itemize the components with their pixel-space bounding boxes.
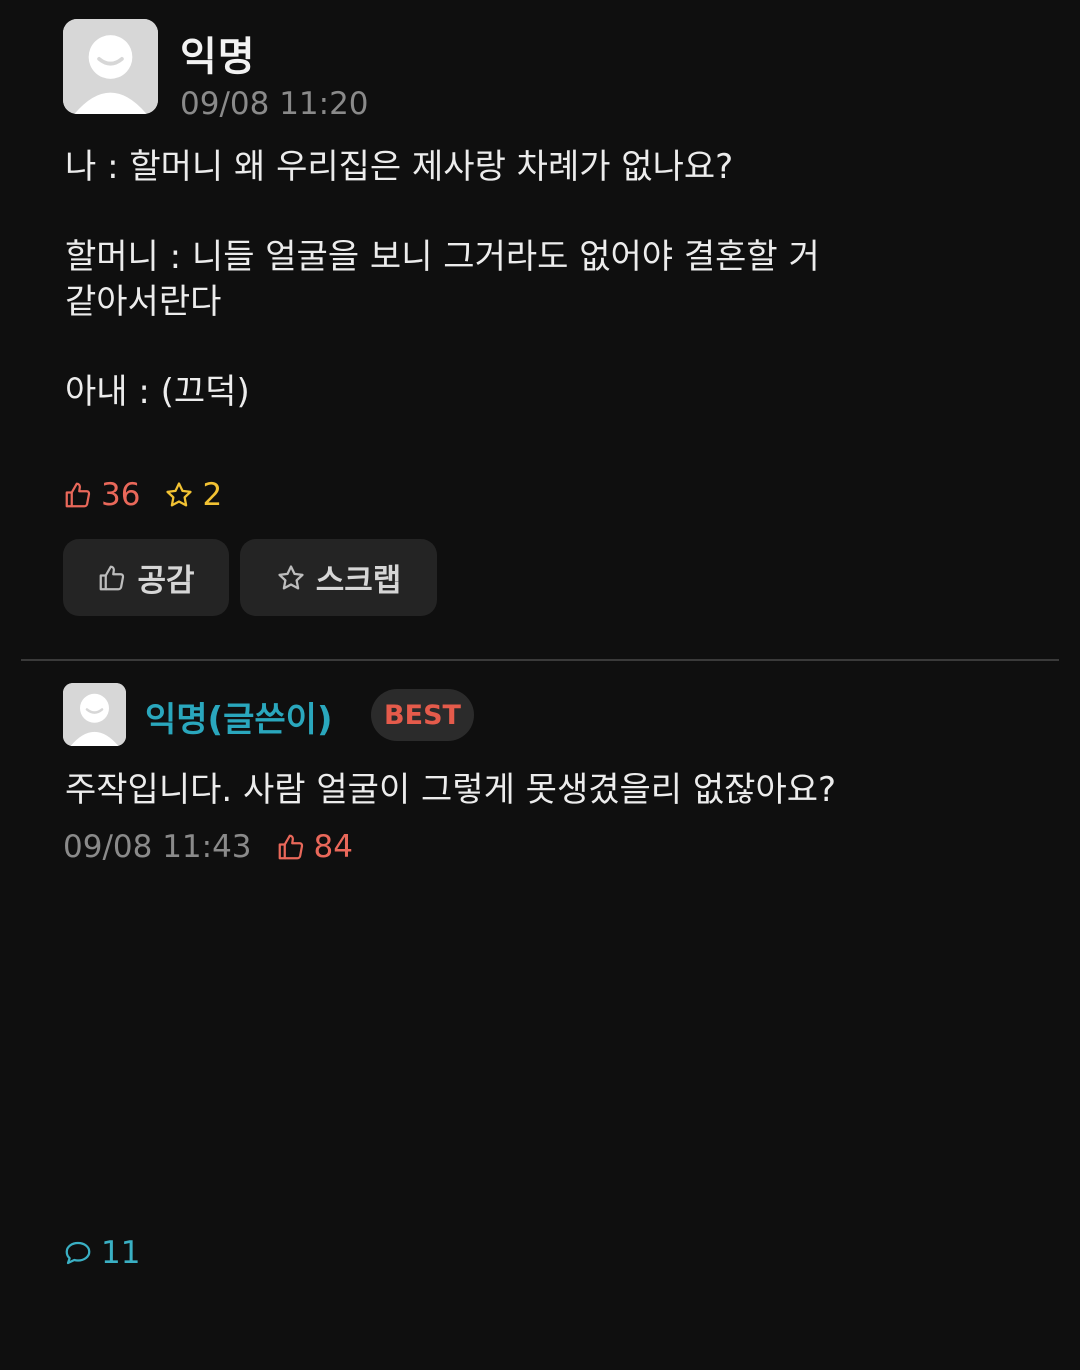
post-line: 나 : 할머니 왜 우리집은 제사랑 차례가 없나요?	[65, 147, 734, 187]
thumbs-up-icon	[100, 565, 125, 590]
post-timestamp: 09/08 11:20	[180, 86, 369, 122]
post-body: 나 : 할머니 왜 우리집은 제사랑 차례가 없나요? 할머니 : 니들 얼굴을…	[65, 145, 965, 415]
star-icon	[278, 564, 304, 589]
scrap-button[interactable]: 스크랩	[240, 539, 437, 616]
thumbs-up-icon	[278, 834, 303, 860]
default-avatar-icon	[63, 19, 158, 114]
comment-count: 11	[63, 1136, 1080, 1370]
comment-count-value: 11	[101, 1235, 141, 1271]
scrap-count-value: 2	[202, 477, 223, 513]
like-count: 36	[63, 477, 140, 513]
comment-timestamp: 09/08 11:43	[63, 829, 252, 865]
post-actions: 공감 스크랩	[63, 539, 448, 616]
like-button[interactable]: 공감	[63, 539, 229, 616]
post: 익명 09/08 11:20 나 : 할머니 왜 우리집은 제사랑 차례가 없나…	[0, 0, 1080, 1271]
comment-item: 익명(글쓴이) BEST 주작입니다. 사람 얼굴이 그렇게 못생겼을리 없잖아…	[0, 662, 1080, 896]
divider	[21, 659, 1059, 661]
speech-bubble-icon	[65, 1241, 91, 1265]
scrap-button-label: 스크랩	[315, 563, 402, 599]
comment-like-count: 84	[313, 829, 353, 865]
like-button-label: 공감	[137, 563, 195, 599]
post-line: 할머니 : 니들 얼굴을 보니 그거라도 없어야 결혼할 거	[65, 237, 820, 277]
star-icon	[166, 482, 193, 507]
avatar[interactable]	[63, 19, 158, 114]
comment-avatar[interactable]	[63, 683, 126, 746]
comment-author: 익명(글쓴이)	[145, 700, 333, 740]
author-name: 익명	[180, 34, 256, 80]
post-line: 아내 : (끄덕)	[65, 372, 250, 412]
post-stats: 36 11 2	[63, 474, 246, 1271]
comment-body: 주작입니다. 사람 얼굴이 그렇게 못생겼을리 없잖아요?	[65, 770, 837, 810]
like-count-value: 36	[101, 477, 141, 513]
post-line: 같아서란다	[65, 282, 222, 322]
scrap-count: 2	[164, 477, 222, 513]
best-badge: BEST	[371, 689, 474, 741]
default-avatar-icon	[63, 683, 126, 746]
thumbs-up-icon	[65, 482, 91, 508]
comment-like-button[interactable]: 84	[276, 829, 353, 865]
comment-meta: 09/08 11:43 84	[63, 829, 353, 865]
